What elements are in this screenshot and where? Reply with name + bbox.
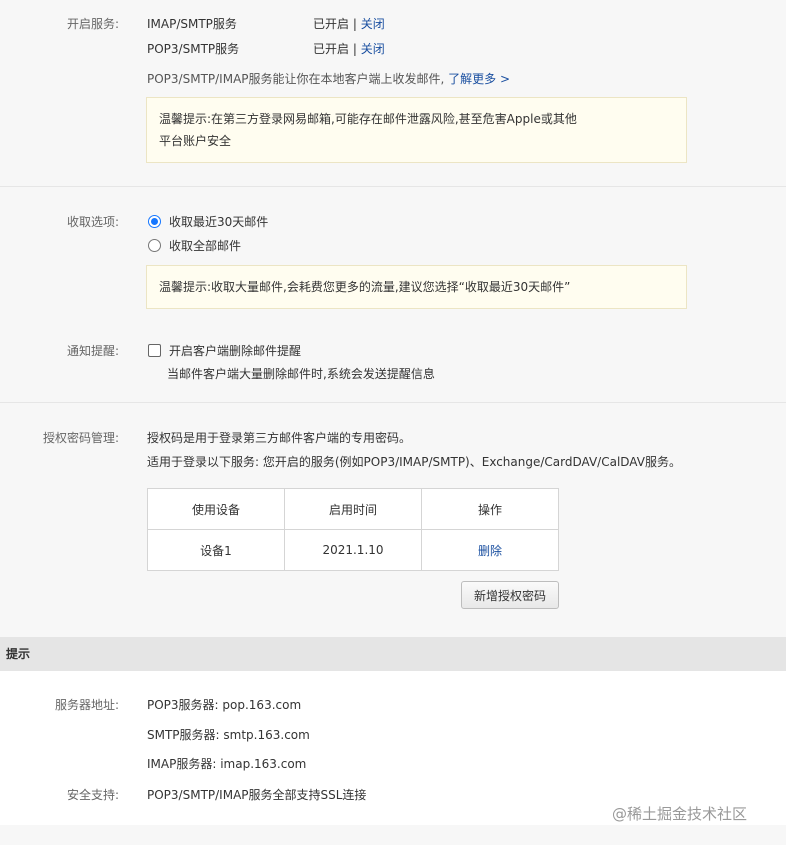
separator: |	[352, 17, 357, 31]
notice-line-2: 平台账户安全	[159, 134, 232, 148]
fetch-option-30days[interactable]: 收取最近30天邮件	[148, 213, 268, 230]
pop3-server: POP3服务器: pop.163.com	[147, 698, 302, 712]
tips-section: 服务器地址: POP3服务器: pop.163.com SMTP服务器: smt…	[0, 671, 786, 825]
delete-link[interactable]: 删除	[478, 544, 502, 558]
auth-description-2: 适用于登录以下服务: 您开启的服务(例如POP3/IMAP/SMTP)、Exch…	[147, 455, 681, 469]
table-row: 设备1 2021.1.10 删除	[147, 529, 559, 571]
checkbox-icon[interactable]	[148, 344, 161, 357]
server-label: 服务器地址:	[54, 698, 119, 712]
cell-action: 删除	[421, 529, 559, 571]
imap-server: IMAP服务器: imap.163.com	[147, 757, 307, 771]
auth-section: 授权密码管理: 授权码是用于登录第三方邮件客户端的专用密码。 适用于登录以下服务…	[0, 403, 786, 637]
notify-label: 通知提醒:	[66, 344, 119, 358]
service-warning-notice: 温馨提示:在第三方登录网易邮箱,可能存在邮件泄露风险,甚至危害Apple或其他 …	[146, 97, 687, 163]
auth-description-1: 授权码是用于登录第三方邮件客户端的专用密码。	[147, 431, 412, 445]
header-device: 使用设备	[147, 488, 285, 530]
auth-table: 使用设备 启用时间 操作 设备1 2021.1.10 删除	[147, 488, 559, 571]
fetch-warning-notice: 温馨提示:收取大量邮件,会耗费您更多的流量,建议您选择“收取最近30天邮件”	[146, 265, 687, 309]
pop3-smtp-status: 已开启	[313, 42, 350, 56]
auth-label: 授权密码管理:	[42, 431, 119, 445]
security-text: POP3/SMTP/IMAP服务全部支持SSL连接	[147, 788, 367, 802]
fetch-label: 收取选项:	[66, 215, 119, 229]
add-auth-code-button[interactable]: 新增授权密码	[461, 581, 559, 609]
fetch-option-30days-label: 收取最近30天邮件	[169, 215, 269, 229]
notify-description: 当邮件客户端大量删除邮件时,系统会发送提醒信息	[167, 367, 435, 381]
service-section: 开启服务: IMAP/SMTP服务 已开启 | 关闭 POP3/SMTP服务 已…	[0, 0, 786, 187]
smtp-server: SMTP服务器: smtp.163.com	[147, 728, 310, 742]
cell-device: 设备1	[147, 529, 285, 571]
pop3-smtp-close-link[interactable]: 关闭	[361, 42, 385, 56]
imap-smtp-status: 已开启	[313, 17, 350, 31]
header-date: 启用时间	[284, 488, 422, 530]
tips-header: 提示	[0, 637, 786, 671]
separator: |	[352, 42, 357, 56]
service-desc-text: POP3/SMTP/IMAP服务能让你在本地客户端上收发邮件,	[147, 72, 445, 86]
service-description: POP3/SMTP/IMAP服务能让你在本地客户端上收发邮件, 了解更多 >	[147, 70, 510, 87]
learn-more-link[interactable]: 了解更多 >	[448, 72, 510, 86]
pop3-smtp-name: POP3/SMTP服务	[147, 42, 240, 56]
watermark: @稀土掘金技术社区	[612, 805, 748, 823]
radio-unselected-icon[interactable]	[148, 239, 161, 252]
imap-smtp-close-link[interactable]: 关闭	[361, 17, 385, 31]
pop3-smtp-status-group: 已开启 | 关闭	[313, 40, 385, 57]
service-label: 开启服务:	[66, 17, 119, 31]
table-header-row: 使用设备 启用时间 操作	[147, 488, 559, 530]
notice-line-1: 温馨提示:在第三方登录网易邮箱,可能存在邮件泄露风险,甚至危害Apple或其他	[159, 112, 577, 126]
fetch-section: 收取选项: 收取最近30天邮件 收取全部邮件 温馨提示:收取大量邮件,会耗费您更…	[0, 187, 786, 403]
cell-date: 2021.1.10	[284, 529, 422, 571]
notify-checkbox-label: 开启客户端删除邮件提醒	[169, 344, 302, 358]
imap-smtp-name: IMAP/SMTP服务	[147, 17, 237, 31]
header-action: 操作	[421, 488, 559, 530]
notify-delete-toggle[interactable]: 开启客户端删除邮件提醒	[148, 342, 301, 359]
imap-smtp-status-group: 已开启 | 关闭	[313, 15, 385, 32]
security-label: 安全支持:	[66, 788, 119, 802]
fetch-option-all[interactable]: 收取全部邮件	[148, 237, 241, 254]
fetch-option-all-label: 收取全部邮件	[169, 239, 242, 253]
radio-selected-icon[interactable]	[148, 215, 161, 228]
